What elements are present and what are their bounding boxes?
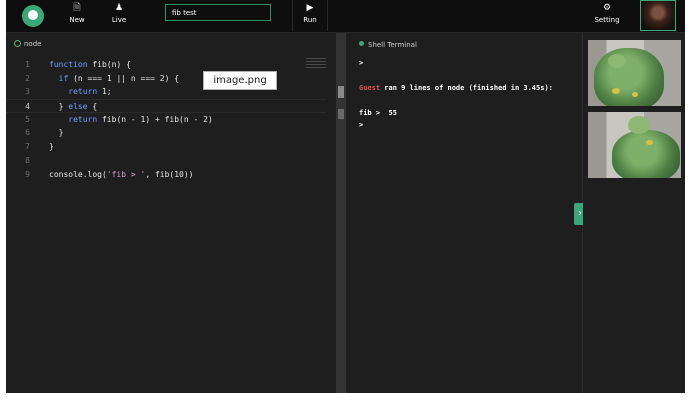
- line-number: 7: [25, 142, 30, 152]
- terminal-title: Shell Terminal: [368, 41, 417, 49]
- code-text: console.log('fib > ', fib(10)): [49, 169, 194, 179]
- user-avatar[interactable]: [640, 0, 676, 31]
- line-number: 9: [25, 169, 30, 179]
- status-dot: [359, 41, 364, 46]
- code-text: }: [49, 142, 54, 152]
- top-bar: 🗎 New ♟ Live ▶ Run ⚙ Setting: [6, 0, 685, 33]
- video-panel: [583, 33, 685, 393]
- line-number: 1: [25, 60, 30, 69]
- video-feed[interactable]: [588, 40, 681, 106]
- shell-terminal[interactable]: Shell Terminal > Guest ran 9 lines of no…: [347, 33, 583, 393]
- code-editor[interactable]: node 1 function fib(n) { 2 if (n === 1 |…: [6, 33, 336, 393]
- gear-icon: ⚙: [602, 3, 612, 13]
- code-line-active: 4 } else {: [6, 99, 326, 113]
- code-text: return 1;: [68, 87, 112, 97]
- video-subject: [594, 48, 664, 106]
- terminal-run-message: Guest ran 9 lines of node (finished in 3…: [359, 84, 553, 92]
- code-text: function fib(n) {: [49, 60, 131, 69]
- line-number: 5: [25, 114, 30, 124]
- code-line: 8: [6, 154, 326, 168]
- code-line: 2 if (n === 1 || n === 2) {: [6, 72, 326, 86]
- logo-icon[interactable]: [22, 5, 44, 27]
- editor-scrollbar[interactable]: [336, 33, 346, 393]
- line-number: 8: [25, 155, 30, 165]
- video-feed[interactable]: [588, 112, 681, 178]
- editor-tab-label: node: [24, 40, 42, 48]
- code-text: if (n === 1 || n === 2) {: [58, 73, 180, 83]
- video-detail: [628, 116, 650, 134]
- code-area[interactable]: 1 function fib(n) { 2 if (n === 1 || n =…: [6, 58, 326, 181]
- run-button[interactable]: ▶ Run: [292, 0, 328, 31]
- live-button[interactable]: ♟ Live: [106, 3, 132, 29]
- image-tooltip: image.png: [203, 71, 277, 90]
- terminal-header: Shell Terminal: [359, 41, 417, 49]
- video-subject: [612, 130, 680, 178]
- run-message-text: ran 9 lines of node (finished in 3.45s):: [380, 84, 553, 92]
- code-line: 9 console.log('fib > ', fib(10)): [6, 168, 326, 182]
- line-number: 6: [25, 128, 30, 138]
- scrollbar-marker: [338, 109, 344, 119]
- play-icon: ▶: [306, 3, 314, 13]
- code-line: 7 }: [6, 140, 326, 154]
- app-window: 🗎 New ♟ Live ▶ Run ⚙ Setting node 1: [6, 0, 685, 393]
- setting-button[interactable]: ⚙ Setting: [592, 3, 622, 29]
- terminal-output-line: fib > 55: [359, 109, 397, 117]
- scrollbar-thumb[interactable]: [338, 86, 344, 98]
- code-line: 3 return 1;: [6, 85, 326, 99]
- code-text: return fib(n - 1) + fib(n - 2): [68, 114, 213, 124]
- code-text: } else {: [49, 102, 98, 112]
- video-detail: [646, 140, 653, 145]
- line-number: 3: [25, 87, 30, 97]
- video-detail: [632, 92, 638, 97]
- code-line: 6 }: [6, 126, 326, 140]
- line-number: 2: [25, 73, 30, 83]
- editor-tab[interactable]: node: [14, 40, 41, 48]
- document-icon: 🗎: [73, 3, 81, 13]
- chevron-right-icon: ›: [578, 208, 582, 219]
- video-detail: [612, 88, 620, 94]
- project-title-input[interactable]: [165, 4, 271, 21]
- nodejs-icon: [14, 40, 21, 47]
- code-line: 1 function fib(n) {: [6, 58, 326, 72]
- new-button[interactable]: 🗎 New: [64, 3, 90, 29]
- terminal-prompt: >: [359, 121, 364, 129]
- guest-name: Guest: [359, 84, 381, 92]
- code-text: }: [49, 128, 64, 138]
- terminal-prompt: >: [359, 59, 364, 67]
- video-detail: [608, 54, 626, 68]
- code-line: 5 return fib(n - 1) + fib(n - 2): [6, 113, 326, 127]
- run-button-inner: ▶ Run: [293, 3, 327, 29]
- line-number: 4: [25, 102, 30, 112]
- people-icon: ♟: [114, 3, 124, 13]
